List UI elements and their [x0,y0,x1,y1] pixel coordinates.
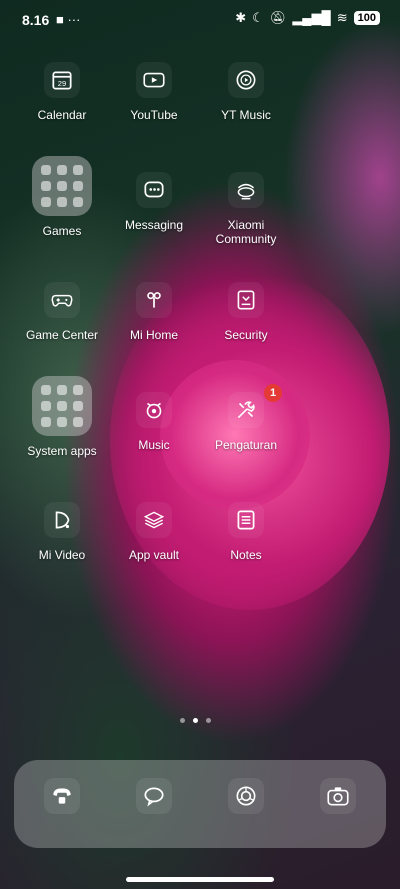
app-game-center[interactable]: Game Center [16,282,108,342]
folder-mini-icon [57,385,67,395]
page-dot-active[interactable] [193,718,198,723]
app-label: Mi Video [38,548,86,562]
app-label: Notes [230,548,262,562]
folder-mini-icon [41,197,51,207]
app-messaging[interactable]: Messaging [108,172,200,232]
app-label: Mi Home [129,328,178,342]
messaging-icon [136,172,172,208]
status-time: 8.16 [22,12,50,28]
music-icon [136,392,172,428]
app-notes[interactable]: Notes [200,502,292,562]
app-label: Messaging [124,218,184,232]
app-pengaturan[interactable]: 1 Pengaturan [200,384,292,452]
notification-icons: ■ ··· [56,12,81,27]
security-icon [228,282,264,318]
browser-icon [236,786,256,806]
app-label: Security [224,328,268,342]
app-label: System apps [27,444,97,458]
bluetooth-icon: ✱ [235,10,247,25]
folder-mini-icon [73,165,83,175]
app-label: YouTube [130,108,178,122]
folder-mini-icon [41,401,51,411]
notes-icon [228,502,264,538]
calendar-icon: 29 [44,62,80,98]
folder-mini-icon [57,417,67,427]
calendar-date: 29 [58,79,66,88]
page-dot[interactable] [206,718,211,723]
app-label: YT Music [221,108,271,122]
do-not-disturb-icon: ☾ [252,10,264,25]
app-yt-music[interactable]: YT Music [200,62,292,122]
dock [14,760,386,848]
app-label: Games [42,224,82,238]
folder-mini-icon [41,165,51,175]
app-mi-home[interactable]: Mi Home [108,282,200,342]
folder-games[interactable]: Games [16,156,108,238]
mute-icon: 🔕︎ [269,10,287,25]
mi-video-icon [44,502,80,538]
page-indicator[interactable] [180,718,211,723]
app-mi-video[interactable]: Mi Video [16,502,108,562]
folder-mini-icon [57,181,67,191]
folder-system-apps[interactable]: System apps [16,376,108,458]
app-youtube[interactable]: YouTube [108,62,200,122]
page-dot[interactable] [180,718,185,723]
status-bar: 8.16 ■ ··· ✱ ☾ 🔕︎ ▂▄▆█ ≋ 100 [0,0,400,38]
gesture-navigation-handle[interactable] [126,877,274,882]
games-folder-icon [32,156,92,216]
app-label: Music [138,438,170,452]
message-icon [144,787,164,807]
signal-icon: ▂▄▆█ [292,10,331,25]
folder-mini-icon [73,181,83,191]
folder-mini-icon [57,401,67,411]
app-app-vault[interactable]: App vault [108,502,200,562]
dock-phone[interactable] [44,778,80,814]
settings-tools-icon [228,392,264,428]
app-security[interactable]: Security [200,282,292,342]
xiaomi-community-icon [228,172,264,208]
folder-mini-icon [73,197,83,207]
phone-icon [53,788,71,804]
system-apps-folder-icon [32,376,92,436]
youtube-icon [136,62,172,98]
folder-mini-icon [73,385,83,395]
folder-mini-icon [73,401,83,411]
app-music[interactable]: Music [108,392,200,452]
folder-mini-icon [41,181,51,191]
app-label: Pengaturan [214,438,278,452]
app-xiaomi-community[interactable]: Xiaomi Community [200,172,292,246]
folder-mini-icon [41,385,51,395]
dock-browser[interactable] [228,778,264,814]
folder-mini-icon [73,417,83,427]
app-label: App vault [128,548,180,562]
app-label: Xiaomi Community [215,218,277,246]
app-label: Game Center [25,328,99,342]
yt-music-icon [228,62,264,98]
folder-mini-icon [57,165,67,175]
notification-badge: 1 [264,384,282,402]
status-icons: ✱ ☾ 🔕︎ ▂▄▆█ ≋ 100 [235,10,380,26]
dock-messages[interactable] [136,778,172,814]
wifi-icon: ≋ [336,10,348,25]
battery-indicator: 100 [353,11,380,25]
dock-camera[interactable] [320,778,356,814]
app-label: Calendar [37,108,87,122]
app-calendar[interactable]: 29 Calendar [16,62,108,122]
gamepad-icon [44,282,80,318]
camera-icon [327,787,349,806]
mi-home-icon [136,282,172,318]
folder-mini-icon [57,197,67,207]
app-vault-icon [136,502,172,538]
folder-mini-icon [41,417,51,427]
